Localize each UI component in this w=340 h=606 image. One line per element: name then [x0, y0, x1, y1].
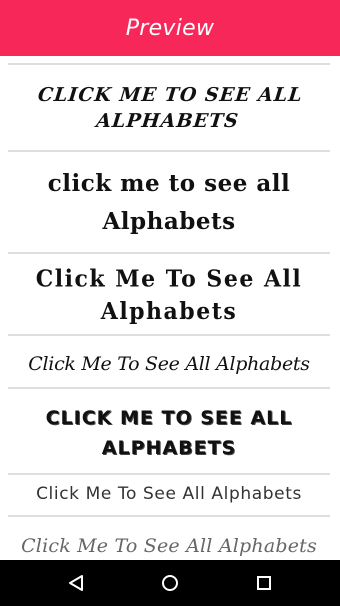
- divider: [8, 150, 330, 152]
- system-navigation-bar: [0, 560, 340, 606]
- font-preview-list[interactable]: Click Me To See All Alphabets click me t…: [0, 56, 340, 560]
- home-button[interactable]: [155, 568, 185, 598]
- font-preview-item-1[interactable]: Click Me To See All Alphabets: [5, 78, 333, 138]
- divider: [8, 334, 330, 336]
- font-preview-text: Click Me To See All Alphabets: [36, 84, 304, 132]
- page-title: Preview: [125, 15, 215, 41]
- divider: [8, 252, 330, 254]
- font-preview-item-5[interactable]: CLICK ME TO SEE ALL ALPHABETS: [8, 396, 330, 470]
- font-preview-item-6[interactable]: Click Me To See All Alphabets: [8, 476, 330, 512]
- font-preview-item-4[interactable]: Click Me To See All Alphabets: [8, 342, 330, 386]
- recents-button[interactable]: [249, 568, 279, 598]
- font-preview-item-3[interactable]: Click Me To See All Alphabets: [8, 256, 330, 334]
- back-triangle-icon: [69, 575, 83, 591]
- home-circle-icon: [162, 575, 178, 591]
- back-button[interactable]: [61, 568, 91, 598]
- font-preview-text: Click Me To See All Alphabets: [28, 353, 310, 375]
- font-preview-text: Click Me To See All Alphabets: [35, 264, 303, 326]
- app-screen: Preview Click Me To See All Alphabets cl…: [0, 0, 340, 606]
- divider: [8, 515, 330, 517]
- font-preview-text: click me to see all Alphabets: [47, 170, 291, 235]
- divider: [8, 63, 330, 65]
- font-preview-text: Click Me To See All Alphabets: [36, 484, 302, 504]
- font-preview-text: Click Me To See All Alphabets: [21, 535, 317, 557]
- divider: [8, 387, 330, 389]
- font-preview-text: CLICK ME TO SEE ALL ALPHABETS: [45, 407, 293, 459]
- font-preview-item-7[interactable]: Click Me To See All Alphabets: [8, 526, 330, 560]
- font-preview-item-2[interactable]: click me to see all Alphabets: [8, 158, 330, 248]
- divider: [8, 473, 330, 475]
- recents-square-icon: [257, 576, 271, 590]
- app-bar: Preview: [0, 0, 340, 56]
